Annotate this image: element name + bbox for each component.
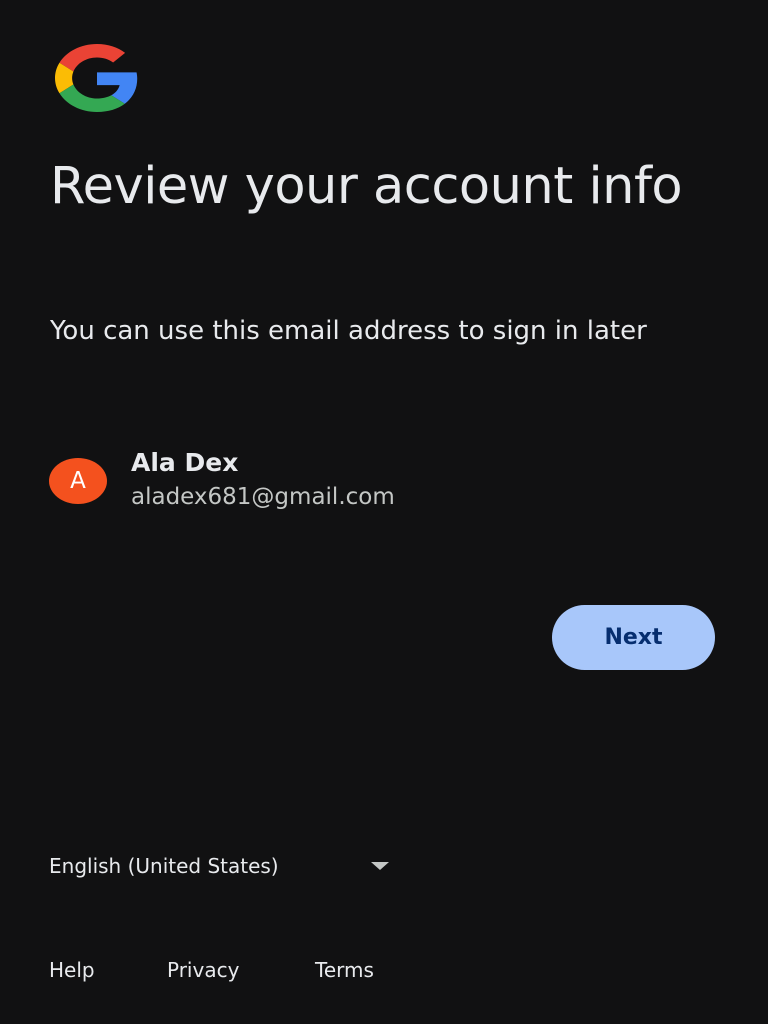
account-email: aladex681@gmail.com [131, 484, 395, 510]
privacy-link[interactable]: Privacy [167, 955, 239, 985]
help-link[interactable]: Help [49, 955, 95, 985]
dropdown-caret-icon [371, 862, 389, 870]
language-label: English (United States) [49, 854, 279, 878]
google-logo-icon [55, 44, 139, 112]
terms-link[interactable]: Terms [315, 955, 374, 985]
account-name: Ala Dex [131, 448, 239, 477]
page-title: Review your account info [50, 157, 683, 216]
next-button[interactable]: Next [552, 605, 715, 670]
avatar: A [49, 458, 107, 504]
page-subtitle: You can use this email address to sign i… [50, 316, 647, 346]
language-selector[interactable]: English (United States) [49, 850, 399, 882]
account-card: A Ala Dex aladex681@gmail.com [49, 445, 689, 515]
